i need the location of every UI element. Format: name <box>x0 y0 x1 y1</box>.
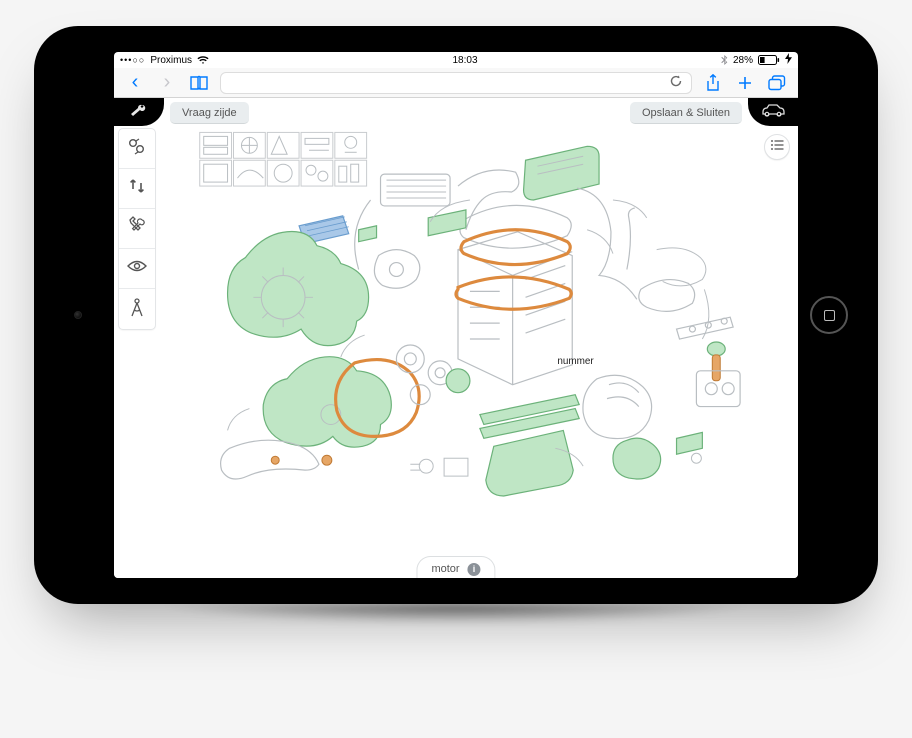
diagram-tooltip: nummer <box>557 356 594 367</box>
bottom-title-label: motor <box>431 563 459 575</box>
bookmarks-button[interactable] <box>188 72 210 94</box>
bluetooth-icon <box>721 55 728 66</box>
thumbnail-strip[interactable] <box>200 132 367 186</box>
new-tab-button[interactable] <box>734 72 756 94</box>
battery-percent: 28% <box>733 55 753 66</box>
ios-status-bar: •••○○ Proximus 18:03 28% <box>114 52 798 68</box>
info-icon[interactable]: i <box>468 563 481 576</box>
bottom-title-pill[interactable]: motor i <box>416 556 495 578</box>
signal-dots: •••○○ <box>120 55 145 65</box>
address-bar[interactable] <box>220 72 692 94</box>
exploded-diagram[interactable]: nummer <box>160 128 756 560</box>
screen: •••○○ Proximus 18:03 28% <box>114 52 798 578</box>
app-viewport: Vraag zijde Opslaan & Sluiten <box>114 98 798 578</box>
safari-toolbar: ‹ › <box>114 68 798 98</box>
tabs-button[interactable] <box>766 72 788 94</box>
back-button[interactable]: ‹ <box>124 72 146 94</box>
home-button[interactable] <box>810 296 848 334</box>
camera-dot <box>74 311 82 319</box>
diagram-canvas[interactable]: nummer <box>114 98 798 578</box>
status-time: 18:03 <box>452 55 477 66</box>
reload-icon[interactable] <box>669 74 683 91</box>
device-shadow <box>34 604 878 644</box>
tablet-frame: •••○○ Proximus 18:03 28% <box>34 26 878 604</box>
charging-icon <box>785 53 792 67</box>
wifi-icon <box>197 55 209 65</box>
carrier-label: Proximus <box>150 55 192 66</box>
share-button[interactable] <box>702 72 724 94</box>
battery-icon <box>758 55 780 65</box>
forward-button: › <box>156 72 178 94</box>
